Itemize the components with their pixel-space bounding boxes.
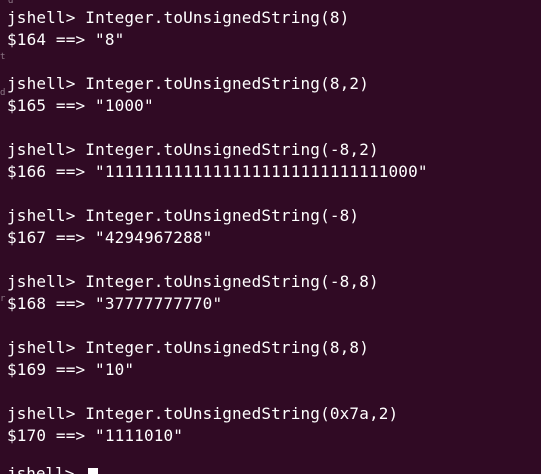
command-text: Integer.toUnsignedString(-8,2) xyxy=(85,140,379,159)
command-text: Integer.toUnsignedString(8,8) xyxy=(85,338,369,357)
command-line: jshell> Integer.toUnsignedString(8,2) xyxy=(7,73,369,95)
prompt: jshell> xyxy=(7,206,76,225)
edge-artifact: t xyxy=(0,52,6,62)
edge-artifact: d xyxy=(0,88,6,98)
command-text: Integer.toUnsignedString(-8) xyxy=(85,206,360,225)
result-line: $166 ==> "111111111111111111111111111110… xyxy=(7,162,428,181)
command-text: Integer.toUnsignedString(-8,8) xyxy=(85,272,379,291)
result-line: $169 ==> "10" xyxy=(7,360,135,379)
command-line: jshell> Integer.toUnsignedString(-8) xyxy=(7,205,359,227)
prompt: jshell> xyxy=(7,140,76,159)
command-line: jshell> Integer.toUnsignedString(0x7a,2) xyxy=(7,403,398,425)
prompt: jshell> xyxy=(7,272,76,291)
result-line: $170 ==> "1111010" xyxy=(7,426,184,445)
command-line: jshell> Integer.toUnsignedString(-8,2) xyxy=(7,139,379,161)
scrolled-text-fragment: d xyxy=(8,0,14,6)
prompt: jshell> xyxy=(7,338,76,357)
command-line: jshell> Integer.toUnsignedString(8,8) xyxy=(7,337,369,359)
command-line: jshell> Integer.toUnsignedString(-8,8) xyxy=(7,271,379,293)
current-prompt[interactable]: jshell> xyxy=(7,466,82,474)
prompt: jshell> xyxy=(7,74,76,93)
result-line: $164 ==> "8" xyxy=(7,30,125,49)
command-text: Integer.toUnsignedString(8) xyxy=(85,8,350,27)
prompt: jshell> xyxy=(7,8,76,27)
edge-artifact: r xyxy=(0,294,6,304)
text-cursor xyxy=(88,468,98,474)
command-text: Integer.toUnsignedString(8,2) xyxy=(85,74,369,93)
command-text: Integer.toUnsignedString(0x7a,2) xyxy=(85,404,399,423)
result-line: $165 ==> "1000" xyxy=(7,96,154,115)
terminal-window[interactable]: d t d r jshell> Integer.toUnsignedString… xyxy=(0,0,541,474)
result-line: $168 ==> "37777777770" xyxy=(7,294,223,313)
command-line: jshell> Integer.toUnsignedString(8) xyxy=(7,7,349,29)
result-line: $167 ==> "4294967288" xyxy=(7,228,213,247)
prompt: jshell> xyxy=(7,404,76,423)
